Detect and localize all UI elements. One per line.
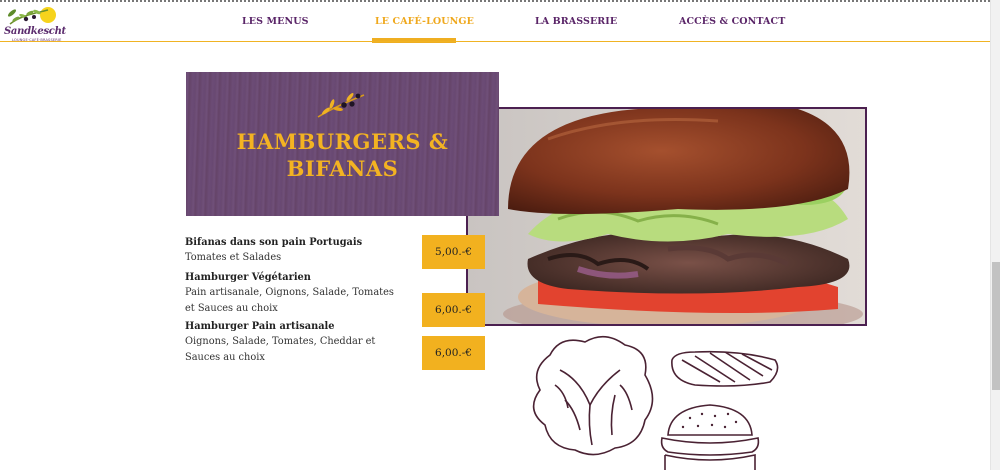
dish-name: Hamburger Pain artisanale	[185, 321, 335, 332]
brand-logo[interactable]: Sandkescht LOUNGE·CAFÉ·BRASSERIE	[4, 4, 66, 44]
hamburger-photo	[466, 107, 867, 326]
nav-acces-contact[interactable]: ACCÈS & CONTACT	[679, 16, 785, 27]
brand-name: Sandkescht	[4, 26, 66, 37]
nav-le-cafe-lounge[interactable]: LE CAFÉ-LOUNGE	[375, 16, 474, 27]
menu-item: Hamburger Végétarien Pain artisanale, Oi…	[185, 270, 400, 316]
dish-name: Bifanas dans son pain Portugais	[185, 237, 363, 248]
section-title: HAMBURGERS & BIFANAS	[186, 128, 499, 182]
olive-branch-icon	[317, 92, 365, 118]
section-title-line1: HAMBURGERS &	[236, 129, 449, 154]
section-title-panel: HAMBURGERS & BIFANAS	[186, 72, 499, 216]
nav-divider	[0, 41, 990, 42]
scrollbar-thumb[interactable]	[992, 262, 1000, 390]
section-title-line2: BIFANAS	[286, 156, 399, 181]
burger-ingredients-sketch	[532, 335, 779, 470]
nav-les-menus[interactable]: LES MENUS	[242, 16, 309, 27]
menu-item: Bifanas dans son pain Portugais Tomates …	[185, 235, 400, 266]
dish-description: Oignons, Salade, Tomates, Cheddar et Sau…	[185, 336, 376, 363]
price-tag: 6,00.-€	[422, 336, 485, 370]
menu-item: Hamburger Pain artisanale Oignons, Salad…	[185, 319, 400, 365]
olive-branch-sun-icon	[7, 7, 56, 25]
price-tag: 6,00.-€	[422, 293, 485, 327]
dish-name: Hamburger Végétarien	[185, 272, 311, 283]
page-scrollbar[interactable]	[990, 0, 1000, 470]
dish-description: Tomates et Salades	[185, 252, 282, 263]
dish-description: Pain artisanale, Oignons, Salade, Tomate…	[185, 287, 394, 314]
nav-la-brasserie[interactable]: LA BRASSERIE	[535, 16, 617, 27]
top-navigation: Sandkescht LOUNGE·CAFÉ·BRASSERIE LES MEN…	[0, 2, 990, 44]
price-tag: 5,00.-€	[422, 235, 485, 269]
